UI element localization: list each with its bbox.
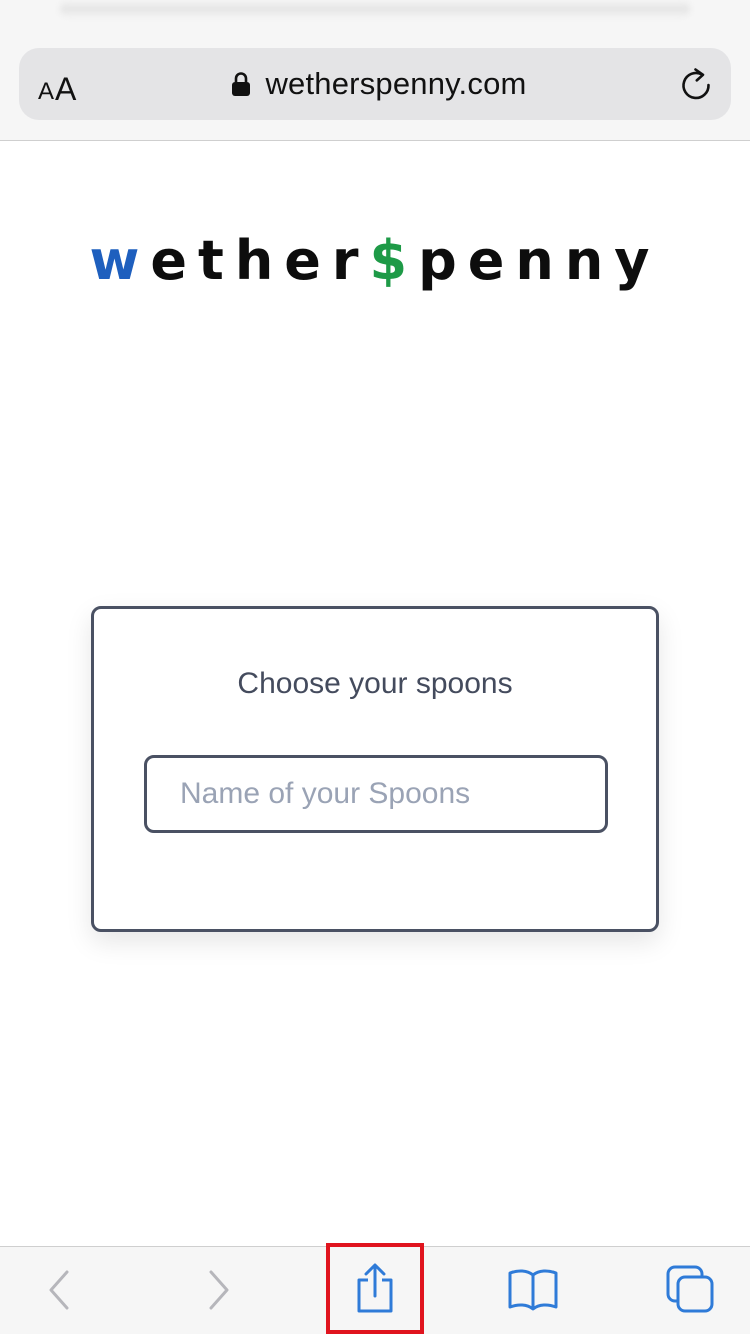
lock-icon [232, 72, 251, 96]
logo-letter-w: w [89, 229, 151, 292]
spoons-card: Choose your spoons [91, 606, 659, 932]
forward-icon [209, 1270, 229, 1310]
logo-end: penny [418, 229, 661, 292]
bookmarks-icon [508, 1269, 558, 1311]
url-text: wetherspenny.com [265, 66, 527, 101]
back-button[interactable] [31, 1262, 87, 1318]
back-icon [49, 1270, 69, 1310]
tabs-icon [666, 1265, 714, 1313]
site-logo: wether$penny [0, 226, 750, 296]
address-display[interactable]: wetherspenny.com [0, 62, 750, 106]
status-bar-shade [60, 0, 690, 18]
logo-middle: ether [150, 229, 370, 292]
logo-dollar-sign: $ [369, 229, 419, 292]
reload-icon[interactable] [677, 66, 715, 104]
tabs-button[interactable] [663, 1262, 719, 1318]
share-highlight-box [326, 1243, 424, 1334]
spoons-name-input[interactable] [144, 755, 608, 833]
card-title: Choose your spoons [237, 667, 513, 700]
bookmarks-button[interactable] [505, 1262, 561, 1318]
forward-button[interactable] [191, 1262, 247, 1318]
